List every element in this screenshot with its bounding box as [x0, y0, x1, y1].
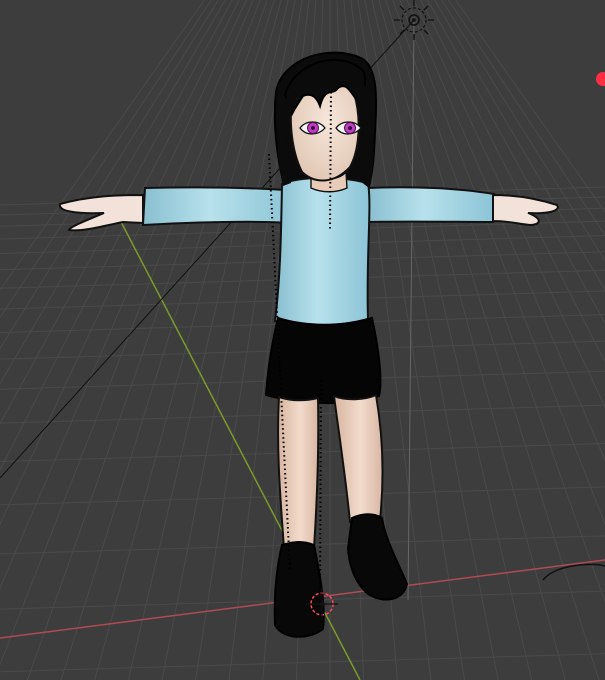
grid-line — [413, 0, 605, 409]
grid-line — [0, 653, 605, 673]
red-point-icon[interactable] — [596, 72, 605, 86]
viewport-canvas[interactable] — [0, 0, 605, 680]
armature-line-right — [319, 379, 322, 601]
left-boot — [273, 541, 325, 638]
light-icon[interactable] — [394, 0, 434, 40]
grid-line — [26, 0, 268, 680]
grid-line — [399, 0, 605, 526]
left-hand — [58, 193, 144, 232]
grid-line — [441, 0, 605, 262]
grid-line — [0, 0, 205, 291]
grid-line — [427, 0, 605, 325]
right-arm — [365, 186, 496, 224]
grid-line — [0, 0, 247, 526]
grid-line — [0, 0, 226, 385]
skirt — [264, 316, 382, 405]
left-leg — [277, 395, 320, 551]
grid-line — [448, 0, 605, 236]
grid-line — [0, 0, 240, 472]
grid-line — [0, 0, 219, 350]
grid-line — [94, 0, 282, 680]
right-boot — [346, 513, 409, 601]
left-arm — [141, 186, 294, 227]
torso — [273, 176, 371, 327]
3d-viewport[interactable] — [0, 0, 605, 680]
grid-line — [420, 0, 605, 364]
right-leg — [332, 393, 384, 524]
grid-line — [0, 0, 261, 666]
